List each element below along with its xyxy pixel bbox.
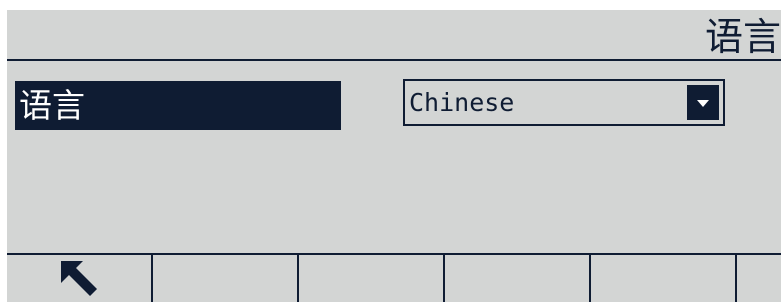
dropdown-toggle-button[interactable] (687, 85, 719, 120)
softkey-4[interactable] (445, 255, 591, 302)
back-arrow-icon (61, 260, 97, 296)
language-dropdown[interactable]: Chinese (403, 79, 725, 126)
terminal-screen: 语言 语言 Chinese (7, 10, 781, 302)
header-divider (7, 59, 781, 61)
chevron-down-icon (697, 99, 709, 107)
softkey-6[interactable] (737, 255, 781, 302)
language-field-label[interactable]: 语言 (15, 81, 341, 130)
softkey-back[interactable] (7, 255, 153, 302)
softkey-bar (7, 253, 781, 302)
softkey-2[interactable] (153, 255, 299, 302)
page-title: 语言 (704, 15, 781, 59)
softkey-5[interactable] (591, 255, 737, 302)
language-dropdown-value: Chinese (409, 88, 515, 117)
softkey-3[interactable] (299, 255, 445, 302)
